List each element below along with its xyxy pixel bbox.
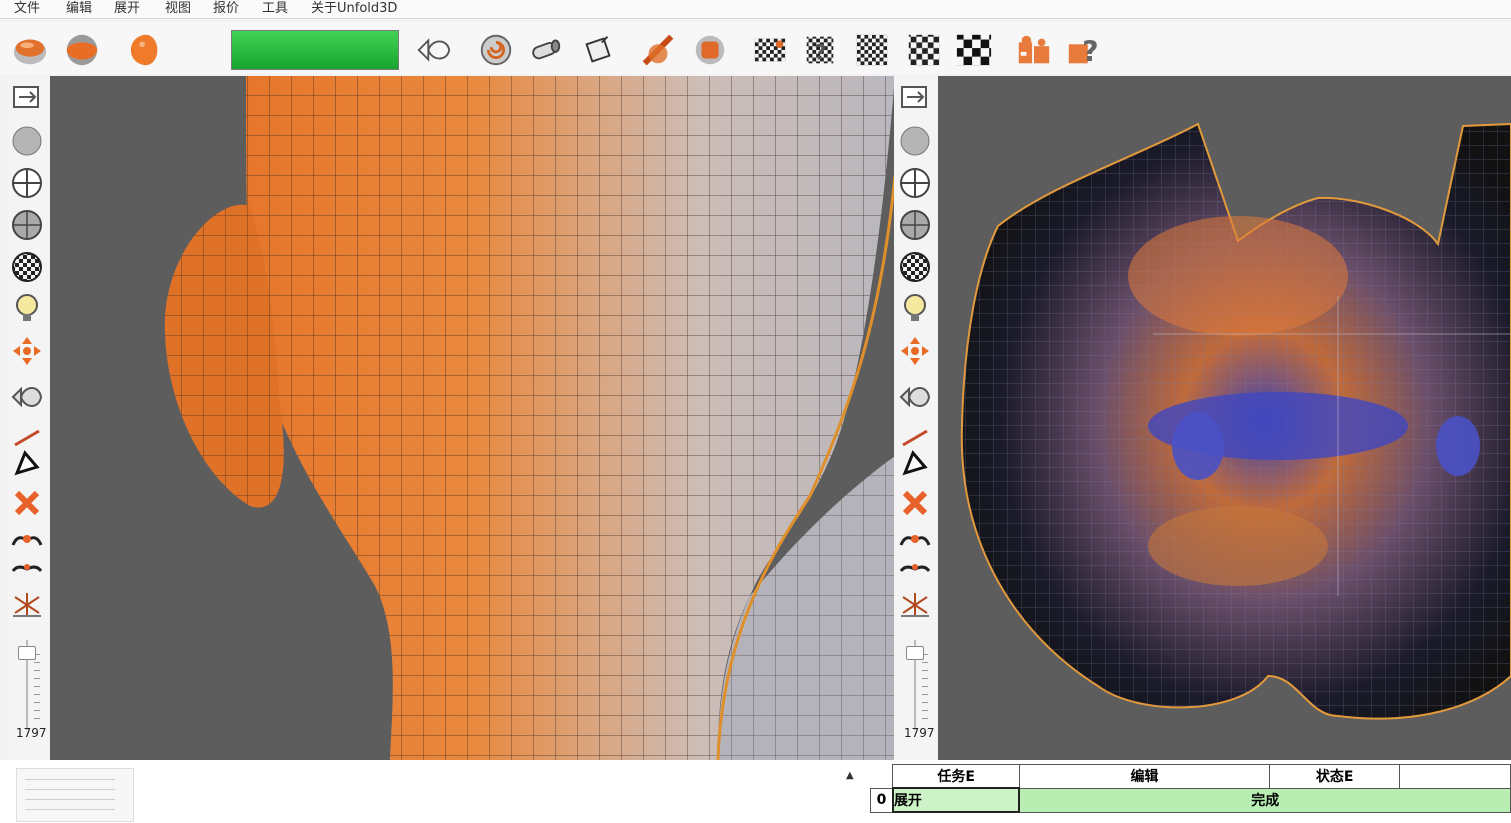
export-icon[interactable]	[898, 80, 932, 114]
task-cell: 展开	[891, 787, 1021, 813]
status-cell: 完成	[1018, 787, 1511, 813]
svg-text:?: ?	[1082, 35, 1099, 68]
menubar: 文件 编辑 展开 视图 报价 工具 关于Unfold3D	[0, 0, 1511, 19]
checker-xl-icon[interactable]	[954, 30, 994, 70]
triangle-icon[interactable]	[898, 446, 932, 480]
scroll-up-arrow-icon[interactable]: ▲	[846, 770, 854, 781]
swirl-icon[interactable]	[476, 30, 516, 70]
menu-item-edit[interactable]: 编辑	[66, 0, 92, 17]
subdivision-slider[interactable]	[16, 640, 40, 730]
checker-small-icon[interactable]	[750, 30, 790, 70]
arrows-icon[interactable]	[10, 334, 44, 368]
triangle-icon[interactable]	[10, 446, 44, 480]
wire-sphere-icon[interactable]	[10, 166, 44, 200]
checker-large-icon[interactable]	[904, 30, 944, 70]
stop-icon[interactable]	[690, 30, 730, 70]
slider-value: 1797	[16, 726, 47, 740]
cube-shade-icon[interactable]	[10, 30, 50, 70]
svg-text:?: ?	[814, 41, 826, 65]
left-side-toolbar: 1797	[6, 76, 47, 760]
checker-medium-icon[interactable]	[852, 30, 892, 70]
menu-item-file[interactable]: 文件	[14, 0, 40, 17]
pipe-icon[interactable]	[526, 30, 566, 70]
column-header-status[interactable]: 状态E	[1268, 764, 1401, 789]
right-side-toolbar: 1797	[894, 76, 935, 760]
fish-icon[interactable]	[10, 380, 44, 414]
task-table-header: 任务E 编辑 状态E	[870, 764, 1511, 789]
wire-sphere-icon[interactable]	[898, 166, 932, 200]
subdivision-slider[interactable]	[904, 640, 928, 730]
star-icon[interactable]	[898, 588, 932, 622]
3d-viewport[interactable]	[50, 76, 895, 760]
arrows-icon[interactable]	[898, 334, 932, 368]
table-row[interactable]: 0 展开 完成	[869, 787, 1511, 813]
head-mesh-render	[164, 76, 895, 760]
bucket-icon[interactable]	[578, 30, 618, 70]
mustache-small-icon[interactable]	[10, 552, 44, 586]
texture-sphere-icon[interactable]	[898, 208, 932, 242]
row-index: 0	[869, 787, 894, 813]
slider-thumb[interactable]	[906, 645, 924, 660]
fish-select-icon[interactable]	[414, 30, 454, 70]
log-panel[interactable]	[16, 768, 134, 822]
slider-thumb[interactable]	[18, 645, 36, 660]
cross-icon[interactable]	[10, 486, 44, 520]
cross-icon[interactable]	[898, 486, 932, 520]
menu-item-unfold[interactable]: 展开	[114, 0, 140, 17]
fish-icon[interactable]	[898, 380, 932, 414]
cut-icon[interactable]	[638, 30, 678, 70]
uv-map-render	[960, 122, 1511, 720]
star-icon[interactable]	[10, 588, 44, 622]
menu-item-view[interactable]: 视图	[165, 0, 191, 17]
checker-help-icon[interactable]: ?	[800, 30, 840, 70]
grey-sphere-icon[interactable]	[10, 124, 44, 158]
checker-sphere-icon[interactable]	[10, 250, 44, 284]
menu-item-quote[interactable]: 报价	[213, 0, 239, 17]
checker-sphere-icon[interactable]	[898, 250, 932, 284]
lightbulb-icon[interactable]	[898, 292, 932, 326]
export-icon[interactable]	[10, 80, 44, 114]
progress-bar	[231, 30, 399, 70]
column-header-task[interactable]: 任务E	[892, 764, 1020, 789]
task-table: 任务E 编辑 状态E 0 展开 完成	[869, 764, 1511, 813]
lightbulb-icon[interactable]	[10, 292, 44, 326]
grey-sphere-icon[interactable]	[898, 124, 932, 158]
column-header-edit[interactable]: 编辑	[1018, 764, 1270, 789]
help-icon[interactable]: ?	[1064, 30, 1104, 70]
menu-item-about[interactable]: 关于Unfold3D	[311, 0, 397, 17]
slider-value: 1797	[904, 726, 935, 740]
half-sphere-icon[interactable]	[126, 30, 166, 70]
menu-item-tools[interactable]: 工具	[262, 0, 288, 17]
texture-sphere-icon[interactable]	[10, 208, 44, 242]
mustache-small-icon[interactable]	[898, 552, 932, 586]
sphere-shade-icon[interactable]	[62, 30, 102, 70]
uv-viewport[interactable]	[938, 76, 1511, 760]
puzzle-icon[interactable]	[1014, 30, 1054, 70]
